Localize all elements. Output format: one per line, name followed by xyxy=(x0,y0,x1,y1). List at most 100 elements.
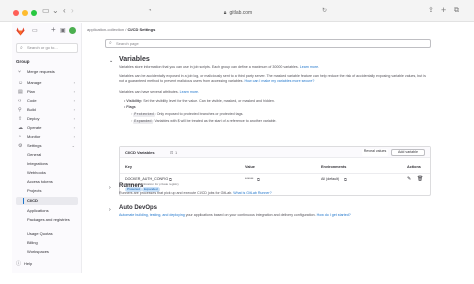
sidebar-item-operate[interactable]: ☁ Operate › xyxy=(16,124,78,132)
variables-security-link[interactable]: How can I make my variables more secure? xyxy=(244,79,314,83)
reload-icon[interactable]: ↻ xyxy=(322,7,327,15)
chevron-right-icon: › xyxy=(73,125,75,130)
search-page-placeholder: Search page xyxy=(116,41,139,46)
new-tab-icon[interactable]: + xyxy=(441,6,446,15)
expand-auto-devops-icon[interactable]: › xyxy=(109,207,111,213)
sidebar-item-deploy[interactable]: ⇧ Deploy › xyxy=(16,115,78,123)
flags-label: Flags xyxy=(126,105,136,109)
variables-attributes-intro: Variables can have several attributes. L… xyxy=(119,90,431,95)
runners-description: Runners are processes that pick up and e… xyxy=(119,191,439,196)
browser-titlebar: ▭ ⌄ ‹ › ◔ 🔒︎ gitlab.com ↻ ⇪ + ⧉ xyxy=(0,0,474,22)
sidebar-search-input[interactable]: ⌕ Search or go to... xyxy=(16,43,78,53)
sidebar-item-label: Build xyxy=(27,107,36,112)
chevron-right-icon: › xyxy=(73,107,75,112)
gitlab-logo-icon[interactable] xyxy=(16,27,25,36)
browser-window: ▭ ⌄ ‹ › ◔ 🔒︎ gitlab.com ↻ ⇪ + ⧉ ▭ + ▣ ⌕ … xyxy=(0,0,474,284)
auto-devops-help-link[interactable]: How do I get started? xyxy=(317,213,351,217)
sidebar-group-label: Group xyxy=(16,59,30,64)
sidebar-collapse-icon[interactable]: ▭ xyxy=(32,27,38,35)
visibility-text: Set the visibility level for the value. … xyxy=(143,99,275,103)
reveal-values-button[interactable]: Reveal values xyxy=(362,149,388,156)
chevron-right-icon: › xyxy=(73,80,75,85)
add-variable-button[interactable]: Add variable xyxy=(391,149,425,156)
avatar[interactable] xyxy=(69,27,76,34)
sidebar-subitem-applications[interactable]: Applications xyxy=(16,207,78,215)
sidebar-item-settings[interactable]: ⚙ Settings ⌄ xyxy=(16,142,78,150)
edit-icon[interactable]: ✎ xyxy=(407,176,411,182)
settings-icon: ⚙ xyxy=(18,143,23,149)
tab-overview-icon[interactable]: ⧉ xyxy=(454,7,459,15)
column-actions: Actions xyxy=(407,165,421,169)
forward-arrow-icon[interactable]: › xyxy=(71,7,74,15)
search-icon: ⌕ xyxy=(109,40,112,46)
search-page-input[interactable]: ⌕ Search page xyxy=(105,39,431,48)
sidebar-item-label: Monitor xyxy=(27,134,41,139)
address-bar[interactable]: 🔒︎ gitlab.com xyxy=(186,8,290,18)
sidebar-item-label: Code xyxy=(27,98,37,103)
variables-intro: Variables store information that you can… xyxy=(119,65,439,70)
variables-learn-more-link[interactable]: Learn more. xyxy=(300,65,319,69)
close-window-button[interactable] xyxy=(13,10,19,16)
privacy-shield-icon[interactable]: ◔ xyxy=(148,7,152,15)
main-content: application-collection / CI/CD Settings … xyxy=(83,23,464,273)
sidebar-item-manage[interactable]: ☺ Manage › xyxy=(16,79,78,87)
help-button[interactable]: ⓘ Help xyxy=(16,261,33,267)
sidebar-subitem-integrations[interactable]: Integrations xyxy=(16,160,78,168)
sidebar-subitem-usage-quotas[interactable]: Usage Quotas xyxy=(16,230,78,238)
variables-count: 1 xyxy=(175,150,178,155)
minimize-window-button[interactable] xyxy=(22,10,28,16)
sidebar-subitem-packages[interactable]: Packages and registries xyxy=(16,216,78,229)
sidebar-subitem-general[interactable]: General xyxy=(16,151,78,159)
sidebar-item-merge-requests[interactable]: ⑂ Merge requests xyxy=(16,68,78,76)
sidebar-item-plan[interactable]: ▤ Plan › xyxy=(16,88,78,96)
protected-text: : Only exposed to protected branches or … xyxy=(154,112,244,116)
variables-attributes-text: Variables can have several attributes. xyxy=(119,90,179,94)
sidebar-toggle-icon[interactable]: ▭ xyxy=(42,7,50,15)
variables-security-note: Variables can be accidentally exposed in… xyxy=(119,74,431,84)
chevron-right-icon: › xyxy=(73,89,75,94)
breadcrumb: application-collection / CI/CD Settings xyxy=(87,27,155,32)
maximize-window-button[interactable] xyxy=(31,10,37,16)
help-label: Help xyxy=(24,261,33,266)
copy-environment-icon[interactable]: ⧉ xyxy=(344,177,347,182)
sidebar-subitem-cicd[interactable]: CI/CD xyxy=(16,197,78,205)
runners-help-link[interactable]: What is GitLab Runner? xyxy=(233,191,271,195)
variable-value-masked: ****** xyxy=(245,177,254,181)
sidebar-subitem-webhooks[interactable]: Webhooks xyxy=(16,169,78,177)
sidebar-item-label: Operate xyxy=(27,125,42,130)
deploy-icon: ⇧ xyxy=(18,116,23,122)
sidebar-item-code[interactable]: ‹› Code › xyxy=(16,97,78,105)
expanded-text: : Variables with $ will be treated as th… xyxy=(152,119,277,123)
sidebar-item-label: Settings xyxy=(27,143,42,148)
help-icon: ⓘ xyxy=(16,261,22,267)
cloud-icon: ☁ xyxy=(18,125,23,131)
sidebar-item-label: Plan xyxy=(27,89,36,94)
collapse-variables-icon[interactable]: ⌄ xyxy=(109,58,113,64)
chevron-down-icon[interactable]: ⌄ xyxy=(52,7,59,15)
sidebar-subitem-workspaces[interactable]: Workspaces xyxy=(16,248,78,256)
variables-attributes-link[interactable]: Learn more. xyxy=(180,90,199,94)
sidebar-subitem-billing[interactable]: Billing xyxy=(16,239,78,247)
copy-value-icon[interactable]: ⧉ xyxy=(257,177,260,182)
sidebar-subitem-projects[interactable]: Projects xyxy=(16,187,78,195)
runners-section-title: Runners xyxy=(119,183,144,189)
delete-icon[interactable]: 🗑︎ xyxy=(417,176,423,182)
breadcrumb-parent[interactable]: application-collection xyxy=(87,27,124,32)
variable-environment: All (default) xyxy=(321,177,340,181)
sidebar-item-monitor[interactable]: ◔ Monitor › xyxy=(16,133,78,141)
breadcrumb-separator: / xyxy=(125,27,127,32)
auto-devops-automate-link[interactable]: Automate building, testing, and deployin… xyxy=(119,213,185,217)
create-new-icon[interactable]: + xyxy=(51,26,56,34)
issues-icon[interactable]: ▣ xyxy=(60,27,66,35)
expand-runners-icon[interactable]: › xyxy=(109,185,111,191)
chevron-right-icon: › xyxy=(73,134,75,139)
sidebar-item-build[interactable]: ⚲ Build › xyxy=(16,106,78,114)
search-icon: ⌕ xyxy=(20,45,23,51)
sidebar-subitem-access-tokens[interactable]: Access tokens xyxy=(16,178,78,186)
gitlab-sidebar: ▭ + ▣ ⌕ Search or go to... Group ⑂ Merge … xyxy=(12,23,82,273)
share-icon[interactable]: ⇪ xyxy=(428,7,434,15)
breadcrumb-current[interactable]: CI/CD Settings xyxy=(128,27,156,32)
back-arrow-icon[interactable]: ‹ xyxy=(63,7,66,15)
card-header: CI/CD Variables ⊡ 1 Reveal values Add va… xyxy=(120,147,430,158)
column-environments: Environments xyxy=(321,165,347,169)
